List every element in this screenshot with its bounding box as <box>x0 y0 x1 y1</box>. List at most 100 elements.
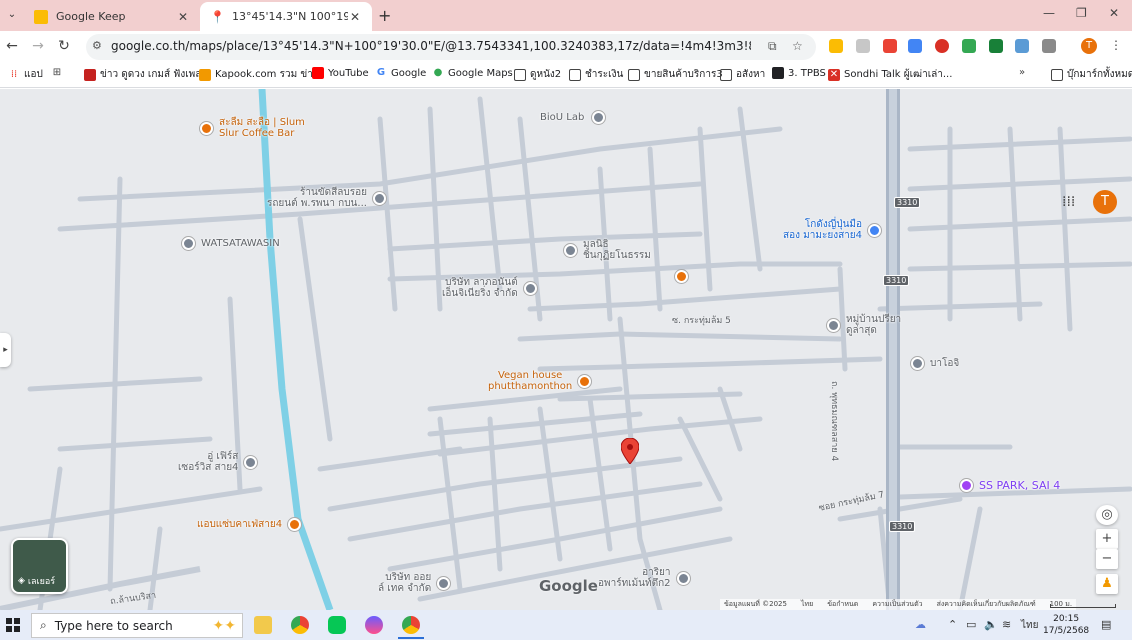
file-explorer-icon[interactable] <box>254 616 272 634</box>
bookmark-grid[interactable]: ⊞ <box>51 67 67 79</box>
chevron-up-icon[interactable]: ⌃ <box>948 618 957 631</box>
bookmark-all[interactable]: บุ๊กมาร์กทั้งหมด <box>1051 67 1132 82</box>
poi-vegan-house[interactable]: Vegan house phutthamonthon <box>488 370 592 392</box>
extension-screen-icon[interactable] <box>1015 39 1029 53</box>
zoom-out-button[interactable]: − <box>1096 549 1118 569</box>
notifications-icon[interactable]: ▤ <box>1101 618 1111 631</box>
extensions-puzzle-icon[interactable] <box>1042 39 1056 53</box>
privacy-link[interactable]: ความเป็นส่วนตัว <box>872 599 922 610</box>
wifi-icon[interactable]: ≋ <box>1002 618 1011 631</box>
line-app-icon[interactable] <box>328 616 346 634</box>
volume-icon[interactable]: 🔈 <box>984 618 998 631</box>
bookmark-kapook[interactable]: Kapook.com รวม ข่า... <box>199 67 322 82</box>
extension-download-icon[interactable] <box>989 39 1003 53</box>
taskbar-search-input[interactable]: ⌕ Type here to search ✦✦ <box>31 613 243 638</box>
chrome-profile-icon[interactable] <box>402 616 420 634</box>
map-canvas[interactable]: สะลืม สะลือ | Slum Slur Coffee Bar BioU … <box>0 89 1132 610</box>
place-icon <box>592 111 606 124</box>
bookmark-folder-movies[interactable]: ดูหนัง2 <box>514 67 561 82</box>
tab-maps[interactable]: 📍 13°45'14.3"N 100°19'30.0"E - G ✕ <box>200 2 372 31</box>
battery-icon[interactable]: ▭ <box>966 618 976 631</box>
bookmark-folder-realestate[interactable]: อสังหา <box>720 67 765 82</box>
scale-bar <box>1050 604 1116 608</box>
extension-sheets-icon[interactable] <box>962 39 976 53</box>
google-apps-icon[interactable]: ⁞⁞⁞ <box>1062 194 1078 210</box>
poi-ss-park[interactable]: SS PARK, SAI 4 <box>960 479 1060 492</box>
back-button[interactable]: ← <box>3 37 21 55</box>
menu-kebab-icon[interactable]: ⋮ <box>1110 38 1122 52</box>
place-icon <box>911 357 924 370</box>
close-window-button[interactable]: ✕ <box>1109 6 1119 20</box>
close-icon[interactable]: ✕ <box>348 10 362 24</box>
sondhi-icon: ✕ <box>828 68 840 81</box>
poi-japanese-warehouse[interactable]: โกดังญี่ปุ่นมือ สอง มามะยงสาย4 <box>783 219 882 241</box>
language-indicator[interactable]: ไทย <box>1021 618 1038 633</box>
clock-time: 20:15 <box>1053 614 1080 624</box>
poi-watsatawasin[interactable]: WATSATAWASIN <box>182 237 280 250</box>
street-view-pegman-icon[interactable]: ♟ <box>1096 574 1118 594</box>
bookmark-google[interactable]: G Google <box>375 67 426 79</box>
poi-preeya-village[interactable]: หมู่บ้านปรียา ดูล่าสุด <box>827 314 901 336</box>
bookmark-tpbs[interactable]: 3. TPBS <box>772 67 826 79</box>
profile-avatar[interactable]: T <box>1093 190 1117 214</box>
bookmark-apps[interactable]: ⁞⁞ แอป <box>8 67 43 82</box>
poi-foundation[interactable]: มูลนิธิ ชินกุฏิยโนธรรม <box>564 239 651 261</box>
firefox-icon[interactable] <box>365 616 383 634</box>
extension-keep-icon[interactable] <box>829 39 843 53</box>
bookmark-folder-sales[interactable]: ขายสินค้าบริการ3 <box>628 67 723 82</box>
poi-ariya-apartment[interactable]: อาริยา อพาร์ทเม้นท์ตึก2 <box>598 567 690 589</box>
extension-opera-icon[interactable] <box>935 39 949 53</box>
poi-biou-lab[interactable]: BioU Lab <box>540 111 606 124</box>
bookmark-news[interactable]: ข่าว ดูดวง เกมส์ ฟังเพล... <box>84 67 211 82</box>
bookmark-folder-payment[interactable]: ชำระเงิน <box>569 67 623 82</box>
bookmark-star-icon[interactable]: ☆ <box>792 39 803 53</box>
poi-lap-anan-engineering[interactable]: บริษัท ลาภอนันต์ เอ็นจิเนียริ่ง จำกัด <box>442 277 537 299</box>
terms-link[interactable]: ข้อกำหนด <box>827 599 858 610</box>
tab-search-icon[interactable]: ⌄ <box>4 6 20 24</box>
forward-button[interactable]: → <box>29 37 47 55</box>
apps-grid-icon: ⁞⁞ <box>10 68 18 80</box>
place-icon <box>244 455 258 469</box>
route-shield: 3310 <box>883 275 910 286</box>
road-network <box>0 89 1132 610</box>
address-bar[interactable]: ⚙ google.co.th/maps/place/13°45'14.3"N+1… <box>86 34 816 60</box>
route-shield: 3310 <box>889 521 916 532</box>
reload-button[interactable]: ↻ <box>55 37 73 55</box>
tab-strip: ⌄ Google Keep ✕ 📍 13°45'14.3"N 100°19'30… <box>0 0 1132 31</box>
poi-first-service[interactable]: อู่ เฟิร์ส เซอร์วิส สาย4 <box>178 451 258 473</box>
feedback-link[interactable]: ส่งความคิดเห็นเกี่ยวกับผลิตภัณฑ์ <box>937 599 1036 610</box>
poi-car-polish-shop[interactable]: ร้านขัดสีลบรอย รถยนต์ พ.รพนา กบน... <box>267 187 386 209</box>
grid-icon: ⊞ <box>52 67 62 78</box>
site-info-icon[interactable]: ⚙ <box>92 39 102 52</box>
language-link[interactable]: ไทย <box>801 599 813 610</box>
poi-baozi[interactable]: บาโอจิ <box>911 357 959 370</box>
bookmark-sondhi[interactable]: ✕ Sondhi Talk ผู้เฒ่าเล่า... <box>828 67 952 82</box>
collapse-panel-button[interactable]: ▸ <box>0 333 11 367</box>
poi-oil-tech[interactable]: บริษัท ออย ล์ เทค จำกัด <box>378 572 451 594</box>
my-location-button[interactable]: ◎ <box>1096 505 1118 525</box>
extension-gmail-icon[interactable] <box>883 39 897 53</box>
close-icon[interactable]: ✕ <box>176 10 190 24</box>
profile-avatar[interactable]: T <box>1081 38 1097 54</box>
poi-orange-unnamed[interactable] <box>675 270 688 283</box>
maximize-button[interactable]: ❐ <box>1076 6 1087 20</box>
bookmark-google-maps[interactable]: ● Google Maps <box>432 67 513 79</box>
zoom-in-button[interactable]: + <box>1096 529 1118 549</box>
tab-google-keep[interactable]: Google Keep ✕ <box>24 2 200 31</box>
taskbar-clock[interactable]: 20:15 17/5/2568 <box>1043 613 1089 637</box>
bookmarks-overflow[interactable]: » <box>1016 67 1032 79</box>
extension-translate-icon[interactable] <box>908 39 922 53</box>
new-tab-button[interactable]: + <box>378 6 391 25</box>
install-app-icon[interactable]: ⧉ <box>768 39 777 54</box>
location-pin-icon[interactable] <box>621 438 639 464</box>
chrome-icon[interactable] <box>291 616 309 634</box>
extension-gear-icon[interactable] <box>856 39 870 53</box>
layers-button[interactable]: ◈ เลเยอร์ <box>11 538 68 594</box>
windows-start-icon[interactable] <box>6 618 20 632</box>
poi-aeb-saep-cafe[interactable]: แอบแซ่บคาเฟ่สาย4 <box>197 518 302 531</box>
place-icon <box>182 237 195 250</box>
notification-badge-icon[interactable]: ☁ <box>915 618 926 631</box>
minimize-button[interactable]: — <box>1043 6 1055 20</box>
poi-slum-slur-coffee[interactable]: สะลืม สะลือ | Slum Slur Coffee Bar <box>200 117 305 139</box>
bookmark-youtube[interactable]: YouTube <box>312 67 369 79</box>
